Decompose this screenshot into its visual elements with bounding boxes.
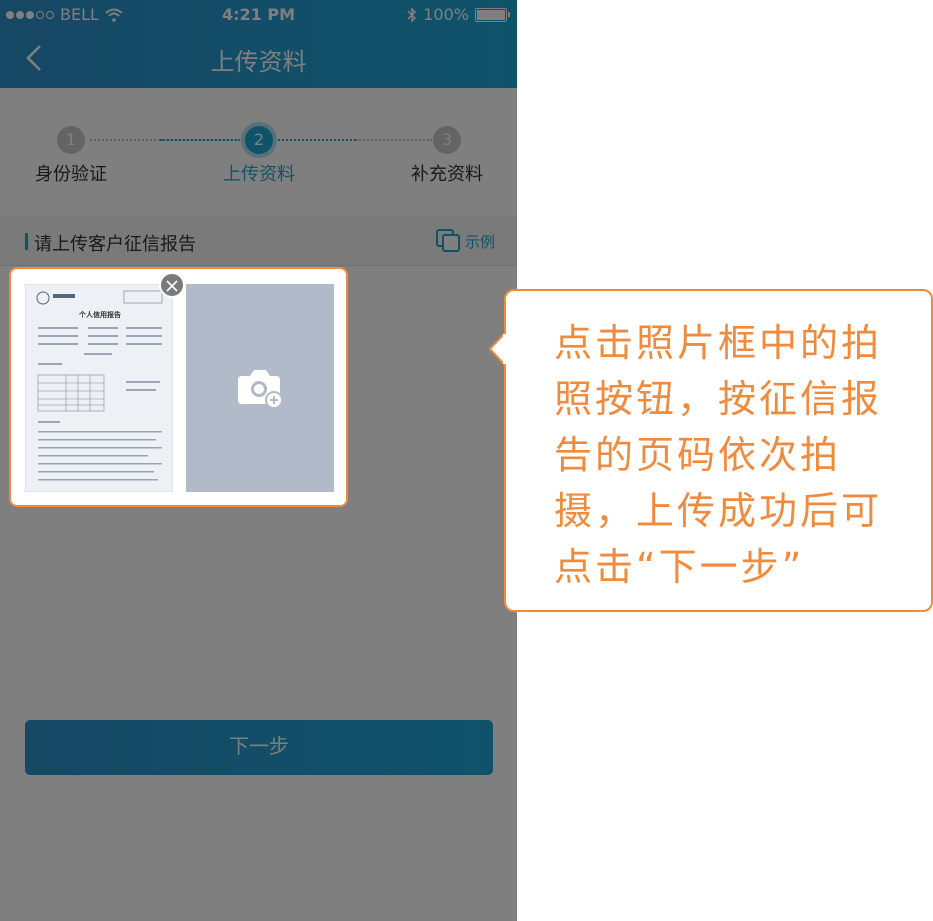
guide-callout-text: 点击照片框中的拍照按钮，按征信报告的页码依次拍摄，上传成功后可点击“下一步” [554,321,883,589]
upload-photo-card: 个人信用报告 [9,267,348,507]
camera-add-icon[interactable] [236,366,284,410]
document-title: 个人信用报告 [78,310,121,319]
uploaded-document-thumbnail[interactable]: 个人信用报告 [25,284,173,492]
close-icon [166,280,178,292]
document-image: 个人信用报告 [26,285,172,491]
add-photo-slot[interactable] [186,284,334,492]
guide-callout: 点击照片框中的拍照按钮，按征信报告的页码依次拍摄，上传成功后可点击“下一步” [504,289,933,612]
remove-photo-button[interactable] [159,272,185,298]
callout-pointer-mask [503,334,509,364]
